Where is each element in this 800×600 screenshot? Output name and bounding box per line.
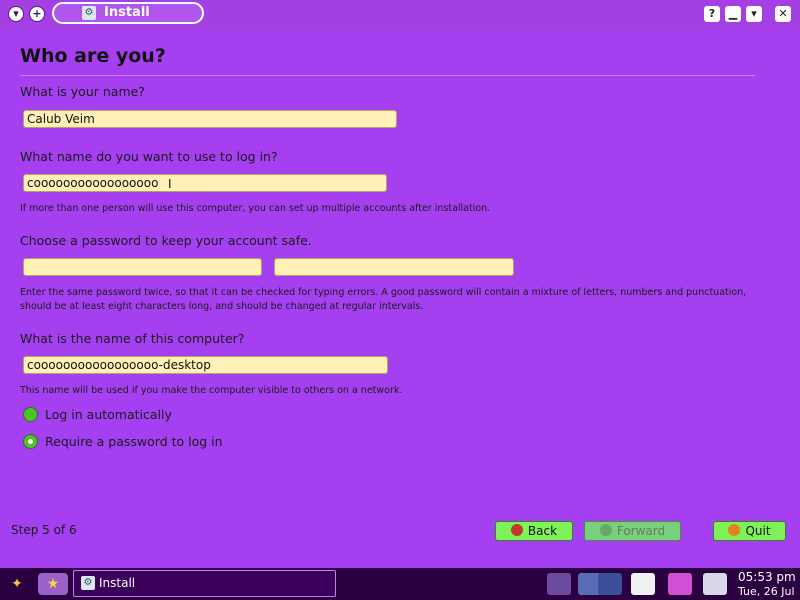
require-password-radio[interactable] [23, 434, 38, 449]
heading-divider [20, 75, 755, 76]
back-arrow-icon [510, 524, 523, 536]
login-label: What name do you want to use to log in? [20, 149, 278, 164]
taskbar: ✦ ★ ⚙ Install [0, 568, 800, 600]
name-label: What is your name? [20, 84, 145, 99]
network-icon[interactable] [547, 573, 571, 595]
password-input[interactable] [23, 258, 262, 276]
forward-button[interactable]: Forward [584, 521, 681, 541]
login-note: If more than one person will use this co… [20, 203, 491, 214]
quit-icon [728, 524, 741, 536]
page-title: Who are you? [20, 45, 166, 67]
require-password-label[interactable]: Require a password to log in [45, 434, 223, 449]
update-icon[interactable] [703, 573, 727, 595]
folder-star-icon[interactable]: ★ [38, 573, 68, 595]
window-title-pill: ⚙ Install [52, 2, 204, 24]
computer-name-input[interactable]: cooooooooooooooooo-desktop [23, 356, 388, 374]
window-menu-icon[interactable]: ▾ [8, 6, 24, 22]
installer-content: Who are you? What is your name? Calub Ve… [0, 30, 800, 568]
computer-name-label: What is the name of this computer? [20, 331, 245, 346]
installer-icon: ⚙ [81, 576, 95, 590]
workspace-icon[interactable] [598, 573, 622, 595]
installer-icon: ⚙ [82, 6, 96, 20]
step-indicator: Step 5 of 6 [11, 523, 77, 537]
clock-time[interactable]: 05:53 pm [738, 570, 796, 584]
menu-logo-icon[interactable]: ✦ [4, 574, 30, 594]
password-note-line-2: should be at least eight characters long… [20, 301, 424, 312]
back-button[interactable]: Back [495, 521, 573, 541]
clock-date[interactable]: Tue, 26 Jul [738, 585, 795, 598]
minimize-button[interactable]: ▁ [725, 6, 741, 22]
username-input[interactable]: cooooooooooooooooo [23, 174, 387, 192]
forward-label: Forward [616, 524, 666, 538]
user-icon[interactable] [668, 573, 692, 595]
help-icon[interactable]: ? [704, 6, 720, 22]
maximize-button[interactable]: ▾ [746, 6, 762, 22]
window-titlebar: ▾ + ⚙ Install ? ▁ ▾ ✕ [0, 0, 800, 30]
computer-name-note: This name will be used if you make the c… [20, 385, 403, 396]
back-label: Back [527, 524, 558, 538]
login-automatically-radio[interactable] [23, 407, 38, 422]
window-title: Install [104, 5, 150, 20]
clipboard-icon[interactable] [631, 573, 655, 595]
password-confirm-input[interactable] [274, 258, 514, 276]
text-cursor-icon: I [168, 177, 172, 191]
password-label: Choose a password to keep your account s… [20, 233, 312, 248]
taskbar-task-label: Install [99, 576, 136, 590]
quit-label: Quit [745, 524, 771, 538]
taskbar-install-button[interactable]: ⚙ Install [73, 570, 336, 597]
close-button[interactable]: ✕ [775, 6, 791, 22]
login-automatically-label[interactable]: Log in automatically [45, 407, 172, 422]
add-icon[interactable]: + [29, 6, 45, 22]
forward-arrow-icon [599, 524, 612, 536]
password-note-line-1: Enter the same password twice, so that i… [20, 287, 747, 298]
quit-button[interactable]: Quit [713, 521, 786, 541]
radio-selected-dot [28, 439, 33, 444]
full-name-input[interactable]: Calub Veim [23, 110, 397, 128]
